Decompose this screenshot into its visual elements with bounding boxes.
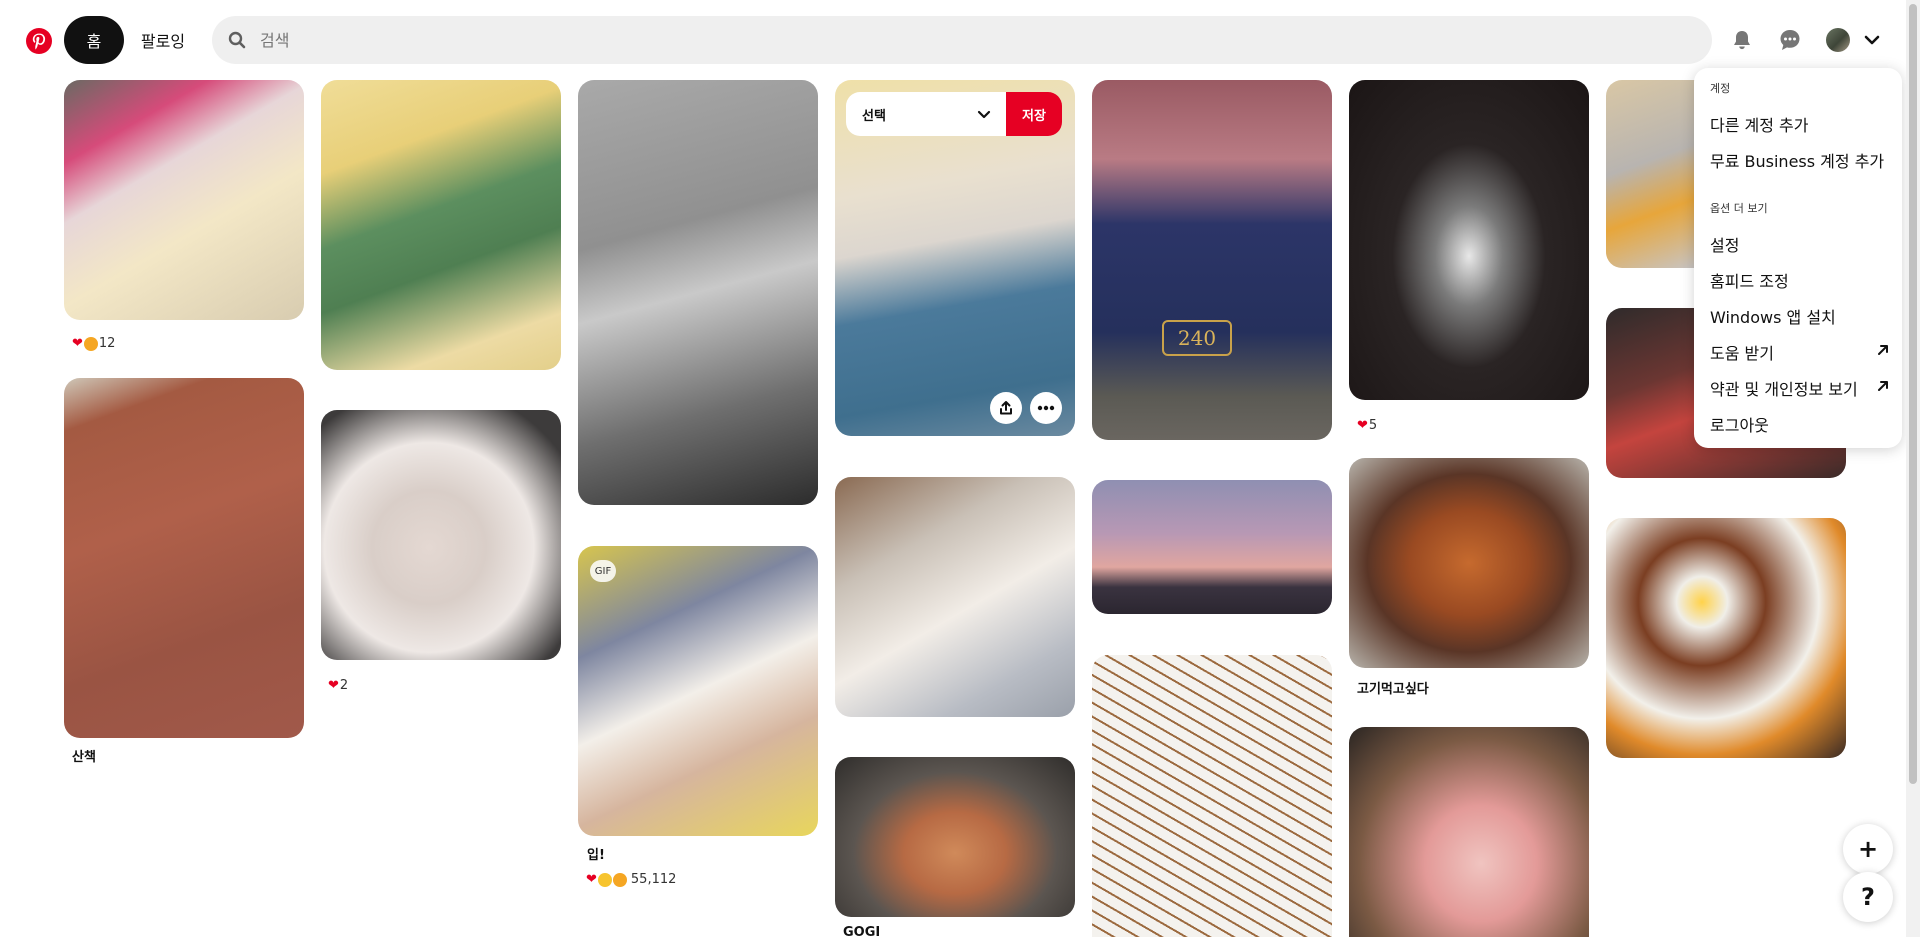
chevron-down-icon: [977, 110, 991, 119]
menu-item-settings[interactable]: 설정: [1710, 232, 1739, 256]
heart-reaction-icon: ❤: [328, 678, 339, 693]
menu-item-tune-home[interactable]: 홈피드 조정: [1710, 268, 1789, 292]
tram-number-sign: 240: [1162, 320, 1232, 356]
dusk-building-photo[interactable]: [1092, 480, 1332, 614]
dog-sleeping-photo[interactable]: [64, 80, 304, 320]
external-link-icon: [1878, 381, 1888, 391]
menu-item-add-account[interactable]: 다른 계정 추가: [1710, 112, 1809, 136]
dog-sweater-photo[interactable]: [321, 80, 561, 370]
reaction-count: 12: [98, 336, 116, 351]
heart-reaction-icon: ❤: [72, 336, 83, 351]
help-button[interactable]: ?: [1843, 872, 1893, 922]
pinterest-logo-icon[interactable]: [26, 28, 52, 54]
top-nav: 홈 팔로잉: [0, 0, 1920, 80]
board-select-dropdown[interactable]: 선택: [846, 92, 1006, 136]
heart-reaction-icon: ❤: [1357, 418, 1368, 433]
pin-reactions: ❤ 5: [1357, 418, 1377, 433]
burger-plate-photo[interactable]: [1606, 518, 1846, 758]
reaction-count: 2: [339, 678, 349, 693]
menu-section-more: 옵션 더 보기: [1710, 202, 1768, 215]
pin-title: 고기먹고싶다: [1357, 682, 1429, 697]
grilled-chicken-photo[interactable]: [835, 757, 1075, 917]
dog-walk-photo[interactable]: [64, 378, 304, 738]
external-link-icon: [1878, 345, 1888, 355]
gif-badge: GIF: [590, 560, 616, 582]
pin-reactions: ❤ 55,112: [586, 872, 676, 887]
scrollbar-thumb[interactable]: [1909, 4, 1917, 784]
menu-item-add-business[interactable]: 무료 Business 계정 추가: [1710, 148, 1884, 172]
pork-belly-photo[interactable]: [1349, 727, 1589, 937]
menu-section-account: 계정: [1710, 82, 1731, 95]
scrollbar[interactable]: [1906, 0, 1920, 937]
search-bar[interactable]: [212, 16, 1712, 64]
account-menu: 계정 다른 계정 추가 무료 Business 계정 추가 옵션 더 보기 설정…: [1694, 68, 1902, 448]
tram-240-photo[interactable]: 240: [1092, 80, 1332, 440]
grilled-meat-photo[interactable]: [1349, 458, 1589, 668]
laugh-reaction-icon: [597, 872, 612, 887]
reaction-count: 5: [1368, 418, 1378, 433]
dog-closeup-photo[interactable]: [321, 410, 561, 660]
menu-item-install-windows[interactable]: Windows 앱 설치: [1710, 304, 1836, 328]
menu-item-terms-privacy[interactable]: 약관 및 개인정보 보기: [1710, 376, 1858, 400]
dog-walk-night-photo[interactable]: [578, 80, 818, 505]
heart-reaction-icon: ❤: [586, 872, 597, 887]
share-icon[interactable]: [990, 392, 1022, 424]
wow-reaction-icon: [612, 872, 627, 887]
search-input[interactable]: [258, 29, 1662, 51]
more-options-icon[interactable]: [1030, 392, 1062, 424]
board-select-label: 선택: [862, 108, 886, 124]
printed-bag-photo[interactable]: [1092, 655, 1332, 937]
following-tab[interactable]: 팔로잉: [128, 16, 198, 64]
save-button[interactable]: 저장: [1006, 92, 1062, 136]
search-icon: [228, 31, 246, 49]
home-tab[interactable]: 홈: [64, 16, 124, 64]
pin-title: 입!: [587, 848, 605, 863]
pin-reactions: ❤ 2: [328, 678, 348, 693]
pin-title: 산책: [72, 750, 96, 765]
create-plus-button[interactable]: +: [1843, 824, 1893, 874]
messages-icon[interactable]: [1774, 24, 1806, 56]
menu-item-logout[interactable]: 로그아웃: [1710, 412, 1769, 436]
dog-gif-photo[interactable]: [578, 546, 818, 836]
menu-item-get-help[interactable]: 도움 받기: [1710, 340, 1774, 364]
chevron-down-icon[interactable]: [1862, 30, 1882, 50]
cat-photo[interactable]: [1349, 80, 1589, 400]
bell-icon[interactable]: [1726, 24, 1758, 56]
reaction-count: 55,112: [630, 872, 677, 887]
pin-title: GOGI: [843, 925, 881, 940]
wow-reaction-icon: [83, 336, 98, 351]
avatar[interactable]: [1826, 28, 1850, 52]
pin-reactions: ❤ 12: [72, 336, 115, 351]
dog-lying-photo[interactable]: [835, 477, 1075, 717]
